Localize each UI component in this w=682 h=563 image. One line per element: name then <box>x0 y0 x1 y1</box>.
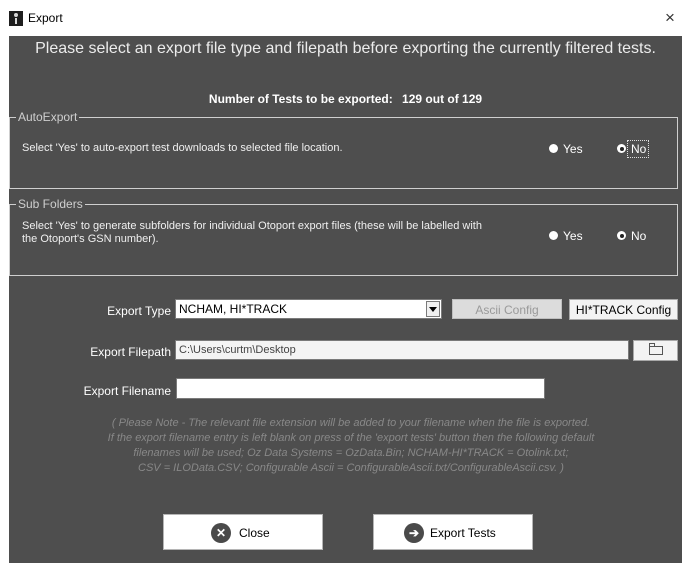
note-line-3: filenames will be used; Oz Data Systems … <box>133 447 569 459</box>
export-type-value: NCHAM, HI*TRACK <box>179 302 288 316</box>
export-filepath-label: Export Filepath <box>90 345 171 359</box>
close-circle-icon: ✕ <box>211 523 231 543</box>
tests-count-value: 129 out of 129 <box>402 92 483 106</box>
note-line-4: CSV = ILOData.CSV; Configurable Ascii = … <box>138 462 564 474</box>
subfolders-description: Select 'Yes' to generate subfolders for … <box>22 220 482 245</box>
export-filepath-field[interactable]: C:\Users\curtm\Desktop <box>175 340 629 360</box>
autoexport-group: AutoExport Select 'Yes' to auto-export t… <box>9 110 678 189</box>
subfolders-group: Sub Folders Select 'Yes' to generate sub… <box>9 197 678 276</box>
chevron-down-icon[interactable] <box>426 301 440 317</box>
close-button[interactable]: ✕ Close <box>163 514 323 550</box>
export-tests-button[interactable]: ➔ Export Tests <box>373 514 533 550</box>
hitrack-config-button[interactable]: HI*TRACK Config <box>569 299 678 320</box>
autoexport-yes-label: Yes <box>563 142 583 156</box>
export-filename-field[interactable] <box>176 378 545 399</box>
export-type-select[interactable]: NCHAM, HI*TRACK <box>175 299 442 319</box>
subfolders-yes-radio[interactable] <box>549 231 558 240</box>
export-tests-button-label: Export Tests <box>430 526 496 540</box>
autoexport-yes-radio[interactable] <box>549 144 558 153</box>
ascii-config-button[interactable]: Ascii Config <box>452 299 562 319</box>
note-line-2: If the export filename entry is left bla… <box>107 432 595 444</box>
app-icon <box>9 11 23 26</box>
arrow-right-circle-icon: ➔ <box>404 523 424 543</box>
tests-count-row: Number of Tests to be exported: 129 out … <box>9 92 682 106</box>
window-title: Export <box>28 11 63 25</box>
window-close-button[interactable]: × <box>660 7 680 29</box>
subfolders-no-label: No <box>631 229 647 243</box>
subfolders-yes-label: Yes <box>563 229 583 243</box>
export-type-label: Export Type <box>107 304 171 318</box>
autoexport-no-radio[interactable] <box>617 144 626 153</box>
filename-note: ( Please Note - The relevant file extens… <box>39 416 663 476</box>
subfolders-no-radio[interactable] <box>617 231 626 240</box>
title-bar: Export × <box>0 0 682 36</box>
export-filename-label: Export Filename <box>83 384 171 398</box>
browse-folder-button[interactable] <box>633 340 678 361</box>
note-line-1: ( Please Note - The relevant file extens… <box>111 417 591 429</box>
export-dialog-body: Please select an export file type and fi… <box>9 36 682 563</box>
close-button-label: Close <box>239 526 270 540</box>
autoexport-description: Select 'Yes' to auto-export test downloa… <box>22 142 343 154</box>
focus-indicator <box>627 140 649 158</box>
tests-count-label: Number of Tests to be exported: <box>208 92 393 106</box>
folder-icon <box>649 343 663 355</box>
instruction-text: Please select an export file type and fi… <box>35 40 656 57</box>
subfolders-legend: Sub Folders <box>16 197 85 211</box>
autoexport-legend: AutoExport <box>16 110 80 124</box>
